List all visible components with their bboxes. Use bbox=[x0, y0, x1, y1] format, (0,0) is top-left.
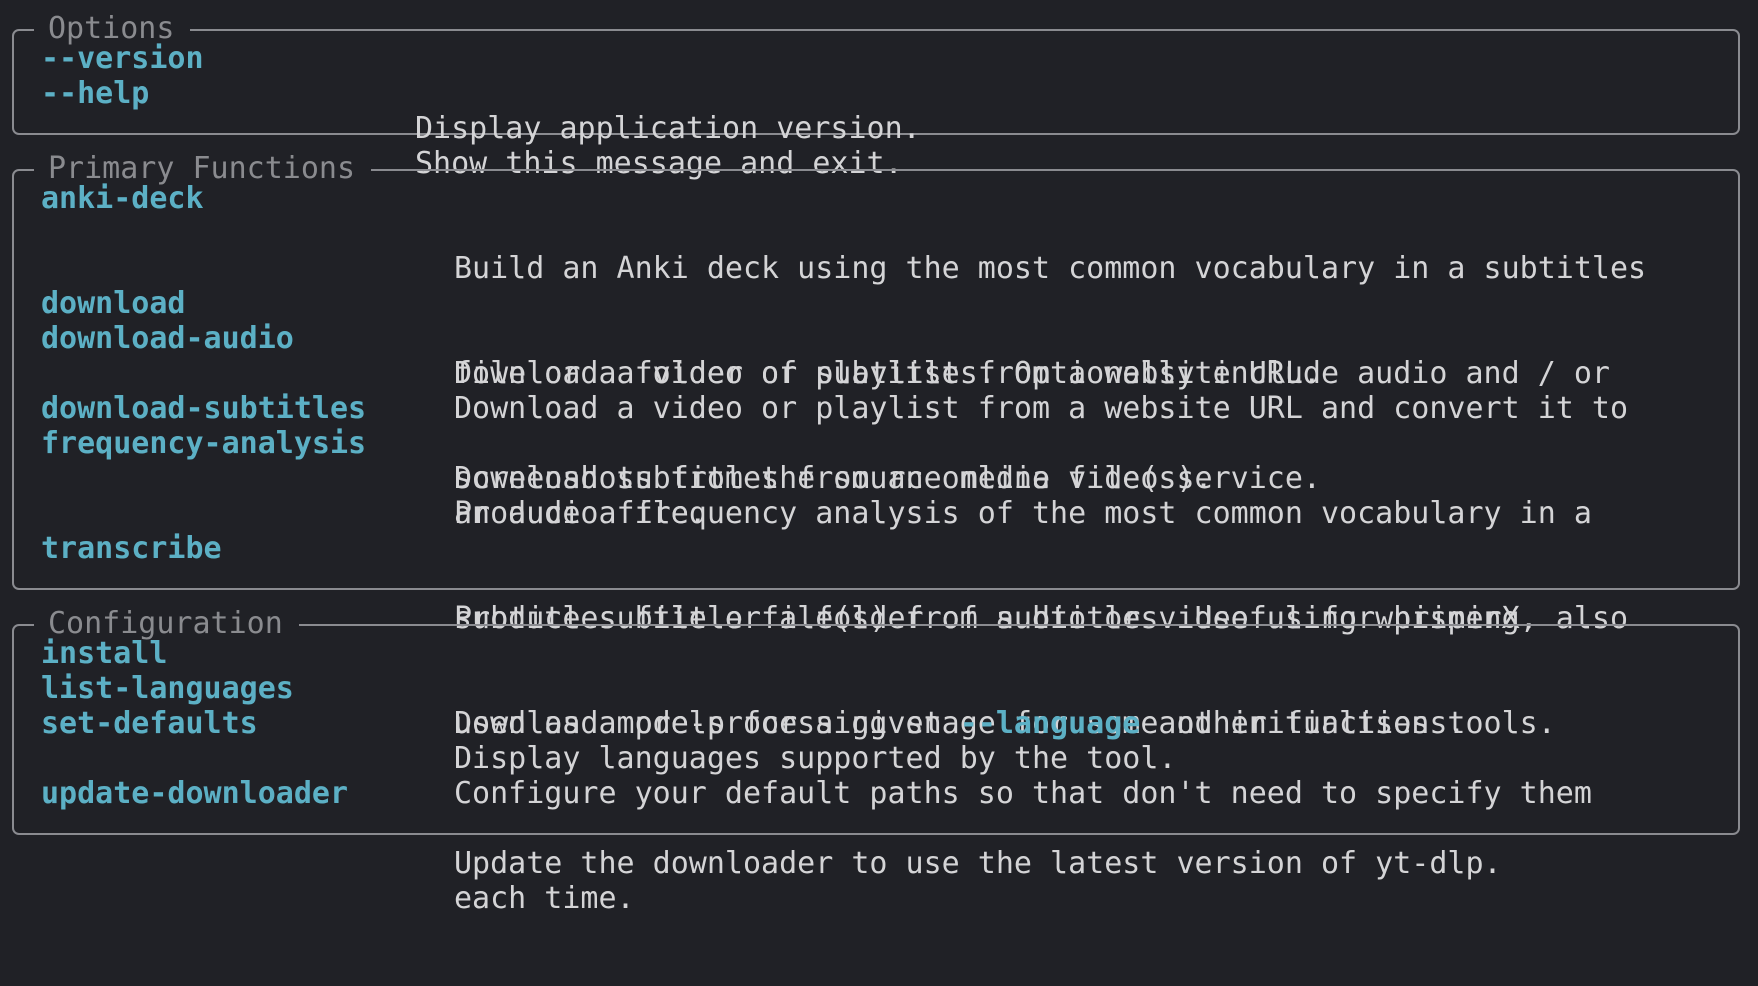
option-help: --help bbox=[41, 76, 150, 111]
command-anki-deck: anki-deck bbox=[41, 181, 204, 216]
command-frequency-analysis: frequency-analysis bbox=[41, 426, 367, 461]
option-row-version: --version Display application version. bbox=[41, 41, 1728, 146]
primary-functions-panel: Primary Functions anki-deck Build an Ank… bbox=[12, 154, 1740, 741]
option-version: --version bbox=[41, 41, 204, 76]
command-row-set-defaults: set-defaults Configure your default path… bbox=[41, 706, 1728, 916]
command-set-defaults: set-defaults bbox=[41, 706, 258, 741]
command-transcribe: transcribe bbox=[41, 531, 222, 566]
command-row-frequency-analysis: frequency-analysis Produce a frequency a… bbox=[41, 426, 1728, 741]
command-row-list-languages: list-languages Display languages support… bbox=[41, 671, 1728, 776]
command-row-install: install Download models for a given --la… bbox=[41, 636, 1728, 741]
description-line: Produce a frequency analysis of the most… bbox=[454, 496, 1592, 531]
command-row-download-audio: download-audio Download a video or playl… bbox=[41, 321, 1728, 531]
command-update-downloader-description: Update the downloader to use the latest … bbox=[454, 776, 1502, 951]
configuration-panel-title: Configuration bbox=[34, 609, 299, 639]
option-row-help: --help Show this message and exit. bbox=[41, 76, 1728, 181]
command-row-download-subtitles: download-subtitles Download subtitles fr… bbox=[41, 391, 1728, 496]
command-row-anki-deck: anki-deck Build an Anki deck using the m… bbox=[41, 181, 1728, 496]
command-install: install bbox=[41, 636, 168, 671]
command-download-subtitles: download-subtitles bbox=[41, 391, 367, 426]
configuration-panel: Configuration install Download models fo… bbox=[12, 609, 1740, 916]
command-download-audio: download-audio bbox=[41, 321, 294, 356]
options-panel: Options --version Display application ve… bbox=[12, 14, 1740, 181]
options-panel-title: Options bbox=[34, 14, 191, 44]
command-row-download: download Download a video or playlist fr… bbox=[41, 286, 1728, 391]
command-list-languages: list-languages bbox=[41, 671, 294, 706]
description-line: Build an Anki deck using the most common… bbox=[454, 251, 1647, 286]
primary-functions-panel-title: Primary Functions bbox=[34, 154, 372, 184]
description-line: Update the downloader to use the latest … bbox=[454, 846, 1502, 881]
command-row-transcribe: transcribe Produce subtitle file(s) from… bbox=[41, 531, 1728, 636]
command-row-update-downloader: update-downloader Update the downloader … bbox=[41, 776, 1728, 881]
command-download: download bbox=[41, 286, 186, 321]
command-update-downloader: update-downloader bbox=[41, 776, 349, 811]
